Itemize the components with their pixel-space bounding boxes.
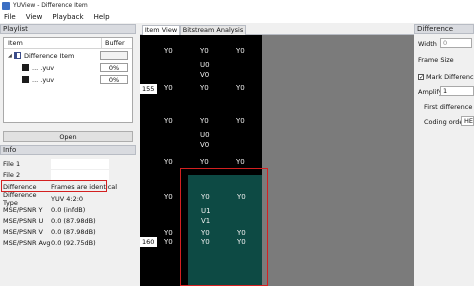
- buffer-indicator: [100, 51, 128, 60]
- video-file-icon: [22, 76, 29, 83]
- pixel-label-y: Y0: [236, 117, 245, 125]
- amplify-field[interactable]: 1: [440, 86, 474, 96]
- view-tabs: Item View Bitstream Analysis: [140, 24, 414, 35]
- playlist-tree[interactable]: Item Buffer ◢ Difference Item ... .yuv 0…: [3, 37, 133, 123]
- tab-item-view[interactable]: Item View: [142, 25, 180, 35]
- pixel-label-y: Y0: [164, 229, 173, 237]
- info-value: [51, 169, 109, 180]
- info-key: File 1: [3, 159, 21, 168]
- pixel-label-u: U0: [200, 61, 210, 69]
- tab-bitstream-analysis[interactable]: Bitstream Analysis: [180, 25, 246, 35]
- info-row-mse-v: MSE/PSNR V 0.0 (87.98dB): [3, 226, 133, 237]
- width-label: Width: [418, 40, 437, 48]
- menu-file[interactable]: File: [0, 13, 22, 21]
- video-file-icon: [22, 64, 29, 71]
- info-title: Info: [0, 145, 136, 155]
- info-panel: Info File 1 File 2 Difference Frames are…: [0, 145, 136, 286]
- playlist-item-name: Difference Item: [24, 51, 75, 60]
- row-number-label: 155: [140, 84, 157, 94]
- menu-bar: File View Playback Help: [0, 11, 474, 23]
- info-key: File 2: [3, 170, 21, 179]
- window-title: YUView - Difference Item: [13, 2, 88, 9]
- pixel-label-y: Y0: [236, 84, 245, 92]
- buffer-indicator: 0%: [100, 63, 128, 72]
- info-row-file1: File 1: [3, 158, 133, 169]
- playlist-item-name: ... .yuv: [32, 75, 55, 84]
- pixel-label-y: Y0: [200, 47, 209, 55]
- width-field[interactable]: 0: [440, 38, 472, 48]
- playlist-panel: Playlist Item Buffer ◢ Difference Item .…: [0, 24, 136, 142]
- info-key: MSE/PSNR Avg: [3, 238, 51, 247]
- menu-playback[interactable]: Playback: [48, 13, 89, 21]
- amplify-label: Amplify: [418, 88, 443, 96]
- pixel-label-y: Y0: [236, 47, 245, 55]
- first-difference-label: First difference pe: [424, 103, 474, 111]
- info-value: 0.0 (infdB): [51, 205, 86, 214]
- mark-differences-checkbox[interactable]: ✓Mark Differences: [418, 73, 474, 81]
- coding-order-select[interactable]: HE: [461, 116, 474, 126]
- pixel-label-v: V0: [200, 141, 210, 149]
- info-key: MSE/PSNR Y: [3, 205, 43, 214]
- info-key: MSE/PSNR U: [3, 216, 44, 225]
- pixel-label-y: Y0: [200, 84, 209, 92]
- pixel-label-y: Y0: [200, 158, 209, 166]
- title-bar: YUView - Difference Item: [0, 0, 474, 11]
- buffer-column-header[interactable]: Buffer: [102, 38, 125, 48]
- mark-differences-label: Mark Differences: [426, 73, 474, 81]
- playlist-row-difference[interactable]: ◢ Difference Item: [4, 50, 132, 61]
- playlist-item-name: ... .yuv: [32, 63, 55, 72]
- info-value: YUV 4:2:0: [51, 194, 84, 203]
- info-row-file2: File 2: [3, 169, 133, 180]
- frame-size-label: Frame Size: [418, 56, 454, 64]
- properties-panel: Difference Properti Width 0 Frame Size ✓…: [414, 24, 474, 286]
- pixel-label-y: Y0: [164, 193, 173, 201]
- row-number-label: 160: [140, 237, 157, 247]
- selection-highlight-box: [180, 168, 268, 286]
- pixel-label-y: Y0: [236, 158, 245, 166]
- info-value: [51, 158, 109, 169]
- item-view-canvas[interactable]: Y0 Y0 Y0 U0 V0 155 Y0 Y0 Y0 Y0 Y0 Y0 U0 …: [140, 35, 414, 286]
- pixel-label-y: Y0: [164, 117, 173, 125]
- pixel-label-y: Y0: [164, 47, 173, 55]
- properties-title: Difference Properti: [414, 24, 474, 42]
- item-column-header[interactable]: Item: [4, 38, 102, 48]
- open-button[interactable]: Open: [3, 131, 133, 142]
- pixel-label-v: V0: [200, 71, 210, 79]
- info-row-difference-type: Difference Type YUV 4:2:0: [3, 191, 133, 207]
- info-value: 0.0 (87.98dB): [51, 227, 96, 236]
- pixel-label-y: Y0: [164, 84, 173, 92]
- menu-help[interactable]: Help: [90, 13, 116, 21]
- buffer-indicator: 0%: [100, 75, 128, 84]
- pixel-label-y: Y0: [164, 158, 173, 166]
- info-row-mse-u: MSE/PSNR U 0.0 (87.98dB): [3, 215, 133, 226]
- playlist-header: Item Buffer: [4, 38, 132, 49]
- info-value: 0.0 (92.75dB): [51, 238, 96, 247]
- info-key: MSE/PSNR V: [3, 227, 43, 236]
- pixel-label-u: U0: [200, 131, 210, 139]
- pixel-label-y: Y0: [164, 238, 173, 246]
- app-icon: [2, 1, 10, 10]
- pixel-label-y: Y0: [200, 117, 209, 125]
- playlist-title: Playlist: [0, 24, 136, 34]
- document-icon: [14, 52, 21, 59]
- checkbox-check-icon[interactable]: ✓: [418, 74, 424, 81]
- playlist-row-file1[interactable]: ... .yuv 0%: [4, 62, 132, 73]
- playlist-row-file2[interactable]: ... .yuv 0%: [4, 74, 132, 85]
- coding-order-label: Coding order: [424, 118, 467, 126]
- difference-highlight-box: [1, 180, 107, 192]
- info-row-mse-avg: MSE/PSNR Avg 0.0 (92.75dB): [3, 237, 133, 248]
- info-value: 0.0 (87.98dB): [51, 216, 96, 225]
- info-row-mse-y: MSE/PSNR Y 0.0 (infdB): [3, 204, 133, 215]
- menu-view[interactable]: View: [22, 13, 49, 21]
